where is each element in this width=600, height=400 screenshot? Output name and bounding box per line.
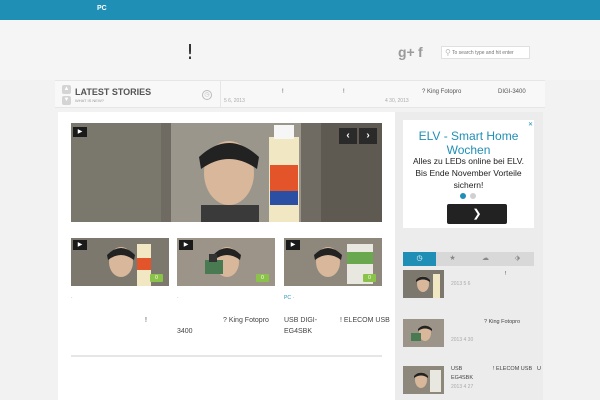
main-content: ▶ ‹ › ▶ 0 ▶ 0 ▶ 0 · · PC · ! ? King Foto… [58,112,395,400]
top-nav-bar: PC [0,0,600,20]
post-title[interactable]: USB DIGI- [284,317,317,324]
thumbnail-image [403,319,444,347]
sidebar-post-date: 2013 4 30 [451,337,474,343]
facebook-icon[interactable]: f [418,44,423,60]
post-title[interactable]: EG4SBK [284,328,312,335]
ad-dot-active[interactable] [460,193,466,199]
post-category[interactable]: PC · [284,295,294,301]
slider-image [71,123,382,222]
post-title[interactable]: ! [145,317,147,324]
sidebar-post-title[interactable]: EG4SBK [451,375,473,381]
nav-item-pc[interactable]: PC [97,5,107,12]
ticker-date: 5 6, 2013 [224,98,245,104]
sidebar-post-title[interactable]: USB [451,366,462,372]
post-title[interactable]: ! ELECOM USB [340,317,390,324]
sidebar-post-title[interactable]: ! [505,271,507,277]
ticker-subtitle: WHAT IS NEW? [75,98,104,103]
ad-body: Alles zu LEDs online bei ELV. Bis Ende N… [412,156,525,190]
sidebar-post-title[interactable]: ? King Fotopro [484,319,520,325]
ticker-item[interactable]: ? King Fotopro [422,89,461,95]
ticker-date: 4 30, 2013 [385,98,409,104]
ad-next-button[interactable]: ❯ [447,204,507,224]
ticker-title: LATEST STORIES [75,87,152,97]
ticker-item[interactable]: ! [282,89,284,95]
video-play-icon: ▶ [286,240,300,250]
video-play-icon: ▶ [73,240,87,250]
post-category[interactable]: · [177,295,179,301]
latest-stories-ticker: ▲ ▼ LATEST STORIES WHAT IS NEW? ◷ ! 5 6,… [55,80,545,108]
post-thumbnail[interactable]: ▶ 0 [284,238,382,286]
sidebar-post-thumbnail[interactable] [403,270,444,298]
ticker-up-icon[interactable]: ▲ [62,85,71,94]
content-divider [71,355,382,357]
tab-tags-icon[interactable]: ⬗ [501,252,534,266]
comment-count-badge: 0 [150,274,163,282]
site-title[interactable]: ! [186,40,194,64]
slider-prev-button[interactable]: ‹ [339,128,357,144]
featured-slider[interactable]: ▶ ‹ › [71,123,382,222]
tab-comments-icon[interactable]: ☁ [469,252,502,266]
post-thumbnail[interactable]: ▶ 0 [71,238,169,286]
tab-recent-clock-icon[interactable]: ◷ [403,252,436,266]
search-icon: ⚲ [445,48,451,57]
ticker-item[interactable]: ! [343,89,345,95]
sidebar: ✕ ELV - Smart Home Wochen Alles zu LEDs … [395,112,543,400]
ad-title[interactable]: ELV - Smart Home Wochen [403,129,534,157]
clock-icon: ◷ [202,90,212,100]
ticker-item[interactable]: DIGI-3400 [498,89,526,95]
sidebar-post-thumbnail[interactable] [403,319,444,347]
site-header: ! g+ f ⚲ [0,20,600,80]
search-box[interactable]: ⚲ [441,46,530,59]
comment-count-badge: 0 [256,274,269,282]
slider-next-button[interactable]: › [359,128,377,144]
thumbnail-image [403,270,444,298]
video-play-icon: ▶ [179,240,193,250]
post-title[interactable]: ? King Fotopro [223,317,269,324]
google-plus-icon[interactable]: g+ [398,44,415,60]
sidebar-post-date: 2013 4 27 [451,384,474,390]
ad-close-icon[interactable]: ✕ [528,121,533,128]
comment-count-badge: 0 [363,274,376,282]
sidebar-post-title[interactable]: ! ELECOM USB [493,366,532,372]
ticker-divider [220,81,221,108]
video-play-icon: ▶ [73,127,87,137]
post-thumbnail[interactable]: ▶ 0 [177,238,275,286]
sidebar-post-title[interactable]: U [537,366,541,372]
ticker-down-icon[interactable]: ▼ [62,96,71,105]
category-pc: PC [284,295,291,301]
advertisement[interactable]: ✕ ELV - Smart Home Wochen Alles zu LEDs … [403,120,534,228]
sidebar-post-thumbnail[interactable] [403,366,444,394]
post-category[interactable]: · [71,295,73,301]
thumbnail-image [403,366,444,394]
ad-dot[interactable] [470,193,476,199]
post-title[interactable]: 3400 [177,328,193,335]
search-input[interactable] [452,48,528,58]
sidebar-post-date: 2013 5 6 [451,281,471,287]
tab-popular-star-icon[interactable]: ★ [436,252,469,266]
sidebar-tabs: ◷ ★ ☁ ⬗ [403,252,534,266]
